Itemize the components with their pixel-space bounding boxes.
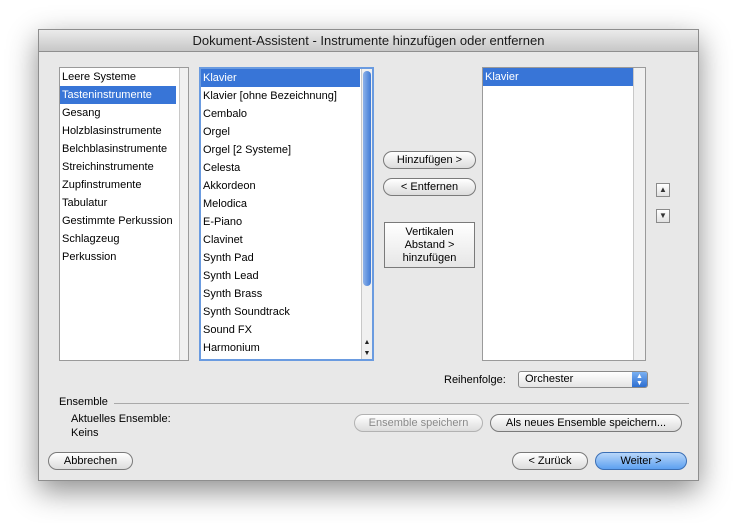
order-select-value: Orchester [525, 373, 574, 385]
instrument-list[interactable]: ▲ ▼ Klavier Klavier [ohne Bezeichnung] Cem… [199, 67, 374, 361]
back-button[interactable]: < Zurück [512, 452, 588, 470]
updown-arrows-icon: ▲ ▼ [632, 372, 647, 387]
family-list-item[interactable]: Gestimmte Perkussion [60, 212, 176, 230]
instrument-list-item[interactable]: Harmonium [201, 339, 360, 357]
window-title: Dokument-Assistent - Instrumente hinzufü… [39, 30, 698, 52]
family-list-item[interactable]: Streichinstrumente [60, 158, 176, 176]
family-list-item[interactable]: Holzblasinstrumente [60, 122, 176, 140]
next-button[interactable]: Weiter > [595, 452, 687, 470]
instrument-list-item[interactable]: Orgel [2 Systeme] [201, 141, 360, 159]
instrument-list-scrollbar[interactable]: ▲ ▼ [361, 69, 372, 359]
save-new-ensemble-button[interactable]: Als neues Ensemble speichern... [490, 414, 682, 432]
family-list-item[interactable]: Gesang [60, 104, 176, 122]
instrument-list-item[interactable]: Synth Lead [201, 267, 360, 285]
remove-instrument-button[interactable]: < Entfernen [383, 178, 476, 196]
family-list-item[interactable]: Zupfinstrumente [60, 176, 176, 194]
instrument-list-item[interactable]: Melodica [201, 195, 360, 213]
instrument-list-item[interactable]: Synth Soundtrack [201, 303, 360, 321]
family-list-item[interactable]: Schlagzeug [60, 230, 176, 248]
cancel-button[interactable]: Abbrechen [48, 452, 133, 470]
instrument-list-item[interactable]: E-Piano [201, 213, 360, 231]
document-wizard-window: Dokument-Assistent - Instrumente hinzufü… [38, 29, 699, 481]
current-ensemble-value: Keins [71, 427, 99, 439]
add-vertical-spacing-button[interactable]: Vertikalen Abstand > hinzufügen [384, 222, 475, 268]
order-select[interactable]: Orchester ▲ ▼ [518, 371, 648, 388]
ensemble-section-label: Ensemble [59, 396, 108, 408]
instrument-list-item[interactable]: Sound FX [201, 321, 360, 339]
triangle-down-icon[interactable]: ▼ [362, 349, 372, 359]
add-instrument-button[interactable]: Hinzufügen > [383, 151, 476, 169]
triangle-up-icon[interactable]: ▲ [362, 338, 372, 348]
instrument-list-item[interactable]: Akkordeon [201, 177, 360, 195]
instrument-list-item[interactable]: Clavinet [201, 231, 360, 249]
save-ensemble-button[interactable]: Ensemble speichern [354, 414, 483, 432]
score-list-scrollbar[interactable] [633, 68, 645, 360]
score-list-item[interactable]: Klavier [483, 68, 633, 86]
order-label: Reihenfolge: [444, 374, 506, 386]
ensemble-divider [114, 403, 689, 404]
chevron-up-icon[interactable]: ▲ [656, 183, 670, 197]
family-list-item[interactable]: Perkussion [60, 248, 176, 266]
instrument-list-item[interactable]: Synth Brass [201, 285, 360, 303]
current-ensemble-label: Aktuelles Ensemble: [71, 413, 171, 425]
chevron-down-icon[interactable]: ▼ [656, 209, 670, 223]
family-list-item[interactable]: Tabulatur [60, 194, 176, 212]
instrument-list-scroll-thumb[interactable] [363, 71, 371, 286]
instrument-list-item[interactable]: Celesta [201, 159, 360, 177]
instrument-list-item[interactable]: Klavier [201, 69, 360, 87]
family-list-item[interactable]: Belchblasinstrumente [60, 140, 176, 158]
family-list-item[interactable]: Leere Systeme [60, 68, 176, 86]
instrument-family-list[interactable]: Leere Systeme Tasteninstrumente Gesang Holz… [59, 67, 189, 361]
instrument-list-item[interactable]: Synth Pad [201, 249, 360, 267]
instrument-list-item[interactable]: Cembalo [201, 105, 360, 123]
family-list-item[interactable]: Tasteninstrumente [60, 86, 176, 104]
score-instrument-list[interactable]: Klavier [482, 67, 646, 361]
instrument-list-item[interactable]: Klavier [ohne Bezeichnung] [201, 87, 360, 105]
instrument-list-item[interactable]: Orgel [201, 123, 360, 141]
family-list-scrollbar[interactable] [179, 68, 188, 360]
